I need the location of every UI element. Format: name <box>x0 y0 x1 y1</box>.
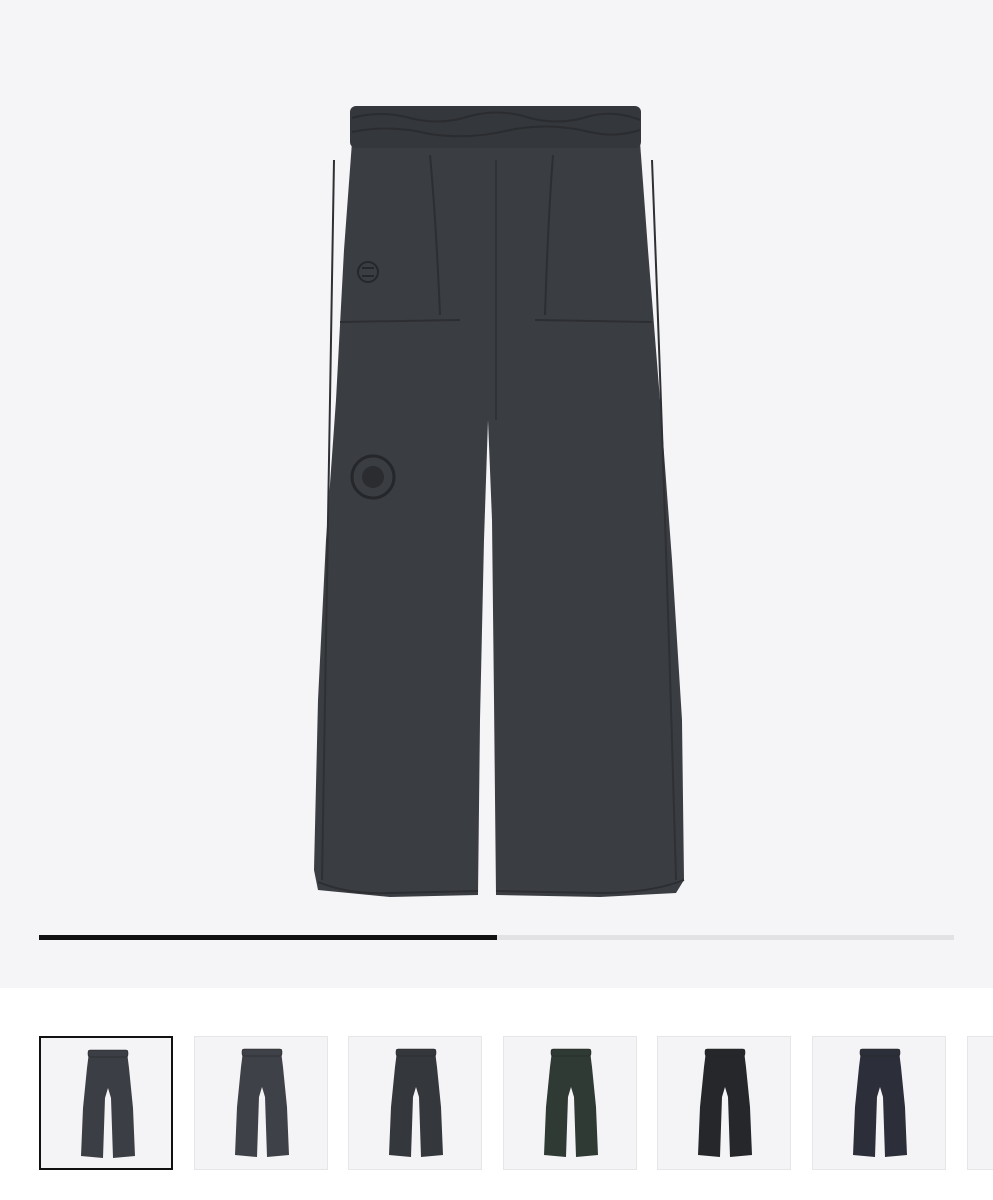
pants-thumbnail-icon <box>698 1048 752 1157</box>
gallery-progress-fill <box>39 935 497 940</box>
product-main-image <box>314 106 685 897</box>
pants-thumbnail-icon <box>544 1048 598 1157</box>
thumbnail-7[interactable] <box>967 1036 993 1170</box>
thumbnail-1[interactable] <box>39 1036 173 1170</box>
thumbnail-4[interactable] <box>503 1036 637 1170</box>
thumbnail-5[interactable] <box>657 1036 791 1170</box>
thumbnail-2[interactable] <box>194 1036 328 1170</box>
thumbnail-3[interactable] <box>348 1036 482 1170</box>
pants-thumbnail-icon <box>853 1048 907 1157</box>
pants-thumbnail-icon <box>968 1037 993 1171</box>
thumbnail-strip[interactable] <box>0 1036 993 1176</box>
pants-icon <box>314 106 685 897</box>
thumbnail-6[interactable] <box>812 1036 946 1170</box>
gallery-progress-bar <box>39 935 954 940</box>
pants-thumbnail-icon <box>389 1048 443 1157</box>
product-image-gallery[interactable] <box>0 0 993 988</box>
pants-thumbnail-icon <box>235 1048 289 1157</box>
pants-thumbnail-icon <box>81 1049 135 1158</box>
